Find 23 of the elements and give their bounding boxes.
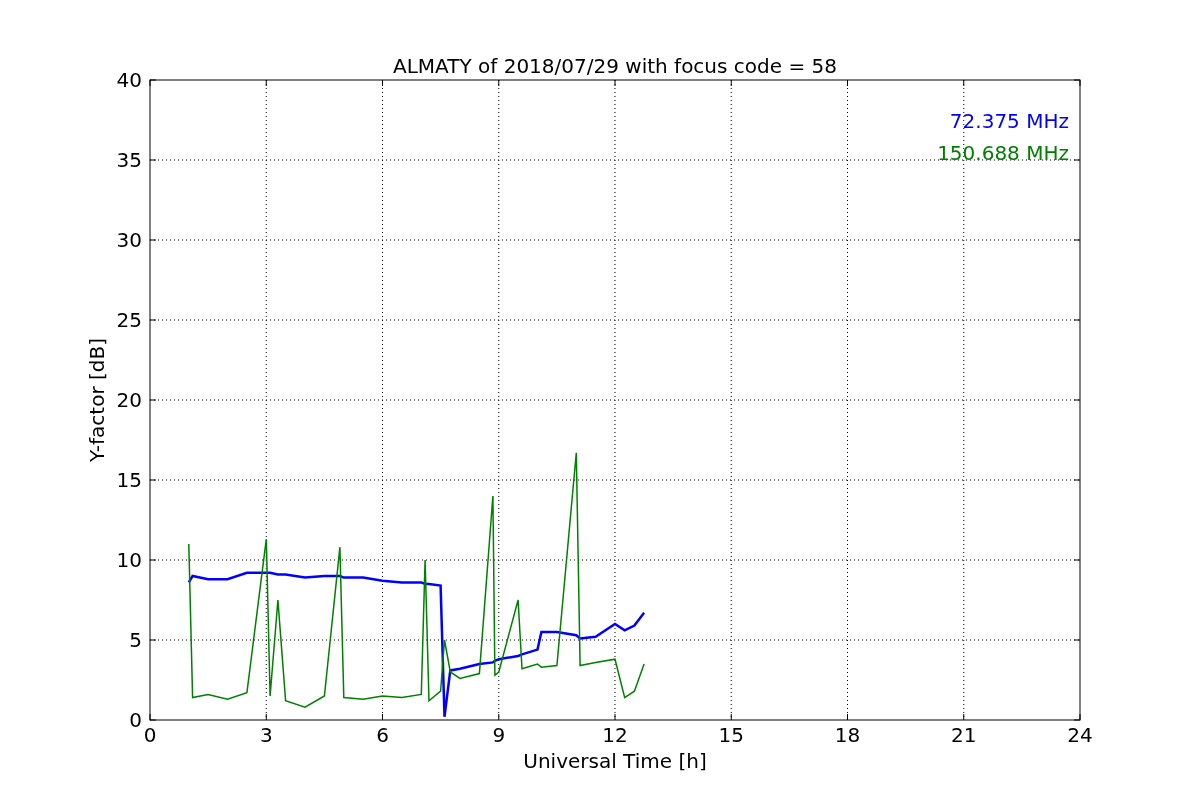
y-tick-label: 0 xyxy=(129,708,142,732)
y-tick-label: 20 xyxy=(116,388,142,412)
y-tick-label: 35 xyxy=(116,148,142,172)
y-tick-label: 30 xyxy=(116,228,142,252)
x-tick-label: 6 xyxy=(376,723,389,747)
legend-label: 150.688 MHz xyxy=(937,141,1069,165)
x-tick-label: 18 xyxy=(834,723,861,747)
x-tick-label: 3 xyxy=(259,723,273,747)
x-tick-label: 21 xyxy=(951,723,977,747)
y-tick-label: 5 xyxy=(129,628,142,652)
chart-title: ALMATY of 2018/07/29 with focus code = 58 xyxy=(393,54,837,78)
x-tick-label: 0 xyxy=(143,723,157,747)
x-tick-label: 9 xyxy=(492,723,506,747)
legend-label: 72.375 MHz xyxy=(949,109,1069,133)
y-tick-label: 15 xyxy=(116,468,142,492)
x-tick-label: 12 xyxy=(602,723,628,747)
y-tick-label: 10 xyxy=(116,548,142,572)
y-tick-label: 25 xyxy=(116,308,142,332)
x-tick-label: 15 xyxy=(718,723,744,747)
x-tick-label: 24 xyxy=(1067,723,1093,747)
y-axis-label: Y-factor [dB] xyxy=(85,338,109,462)
y-tick-label: 40 xyxy=(116,68,142,92)
x-axis-label: Universal Time [h] xyxy=(523,749,707,773)
